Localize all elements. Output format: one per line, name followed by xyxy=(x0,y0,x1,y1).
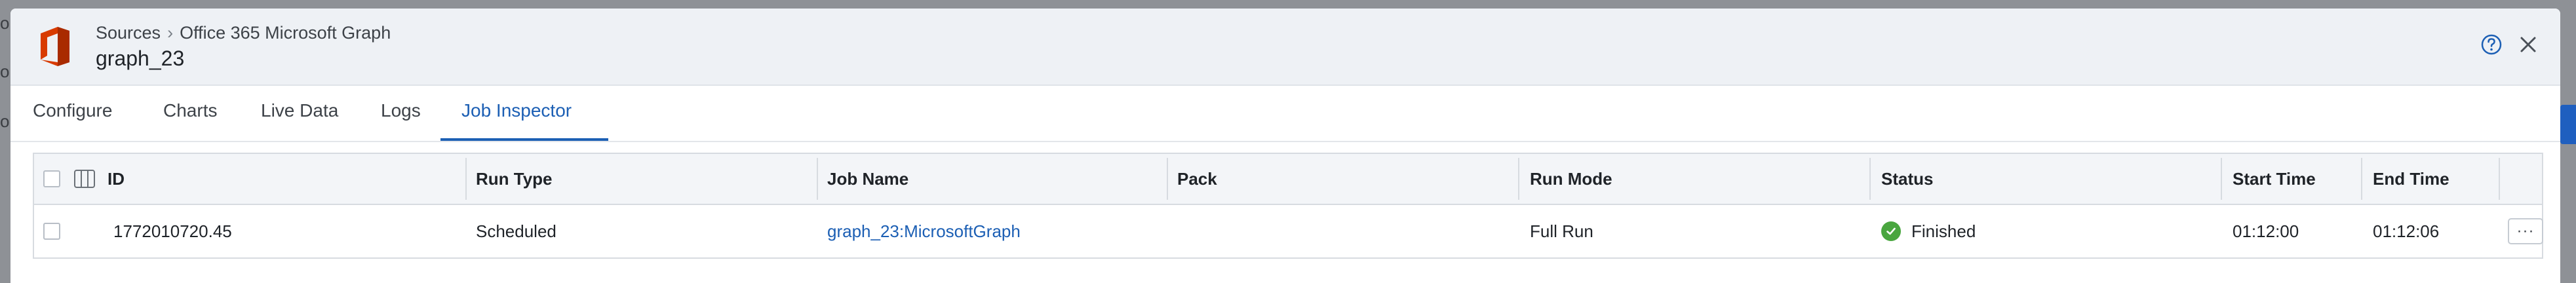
tab-configure[interactable]: Configure xyxy=(33,100,112,140)
breadcrumb: Sources › Office 365 Microsoft Graph xyxy=(96,23,391,43)
help-circle-icon[interactable] xyxy=(2480,33,2503,56)
column-header-run-type[interactable]: Run Type xyxy=(476,154,553,204)
cell-run-mode: Full Run xyxy=(1530,221,1593,241)
tab-live-data[interactable]: Live Data xyxy=(261,100,338,140)
backdrop-text: o xyxy=(0,111,10,131)
cell-run-type: Scheduled xyxy=(476,221,556,241)
column-header-id[interactable]: ID xyxy=(107,154,125,204)
column-divider xyxy=(1518,158,1519,200)
close-icon[interactable] xyxy=(2517,33,2539,56)
column-header-end-time[interactable]: End Time xyxy=(2373,154,2449,204)
select-all-checkbox[interactable] xyxy=(43,154,60,204)
active-tab-indicator xyxy=(440,138,608,141)
row-actions: ··· xyxy=(2508,205,2543,257)
office-logo-icon xyxy=(41,27,69,66)
column-divider xyxy=(1869,158,1871,200)
job-modal: Sources › Office 365 Microsoft Graph graph… xyxy=(10,9,2560,283)
breadcrumb-sources[interactable]: Sources xyxy=(96,23,161,43)
column-header-job-name[interactable]: Job Name xyxy=(827,154,908,204)
breadcrumb-current: Office 365 Microsoft Graph xyxy=(180,23,391,43)
column-header-pack[interactable]: Pack xyxy=(1177,154,1217,204)
jobs-table: ID Run Type Job Name Pack Run Mode Statu… xyxy=(33,153,2543,259)
column-header-status[interactable]: Status xyxy=(1881,154,1933,204)
modal-header: Sources › Office 365 Microsoft Graph graph… xyxy=(10,9,2560,86)
column-divider xyxy=(817,158,818,200)
tab-logs[interactable]: Logs xyxy=(381,100,421,140)
check-circle-icon xyxy=(1881,221,1901,241)
column-divider xyxy=(2221,158,2222,200)
row-checkbox[interactable] xyxy=(43,205,60,257)
column-chooser-icon[interactable] xyxy=(73,154,96,204)
status-text: Finished xyxy=(1911,221,1976,241)
column-header-start-time[interactable]: Start Time xyxy=(2233,154,2316,204)
cell-end-time: 01:12:06 xyxy=(2373,221,2440,241)
cell-job-name-link[interactable]: graph_23:MicrosoftGraph xyxy=(827,205,1021,257)
backdrop-button xyxy=(2560,105,2576,144)
more-actions-button[interactable]: ··· xyxy=(2508,218,2543,244)
backdrop-text: o xyxy=(0,62,10,81)
column-header-run-mode[interactable]: Run Mode xyxy=(1530,154,1612,204)
table-row[interactable]: 1772010720.45 Scheduled graph_23:Microso… xyxy=(34,205,2543,257)
column-divider xyxy=(2499,158,2500,200)
tab-charts[interactable]: Charts xyxy=(163,100,217,140)
breadcrumb-separator: › xyxy=(167,23,174,43)
backdrop-text: o xyxy=(0,13,10,33)
tab-bar: Configure Charts Live Data Logs Job Insp… xyxy=(10,86,2560,142)
table-header: ID Run Type Job Name Pack Run Mode Statu… xyxy=(34,154,2542,205)
tab-job-inspector[interactable]: Job Inspector xyxy=(461,100,572,140)
cell-status: Finished xyxy=(1881,205,1976,257)
column-divider xyxy=(2361,158,2362,200)
page-title: graph_23 xyxy=(96,47,185,70)
column-divider xyxy=(1167,158,1168,200)
column-divider xyxy=(465,158,467,200)
cell-id: 1772010720.45 xyxy=(113,221,232,241)
cell-start-time: 01:12:00 xyxy=(2233,221,2299,241)
